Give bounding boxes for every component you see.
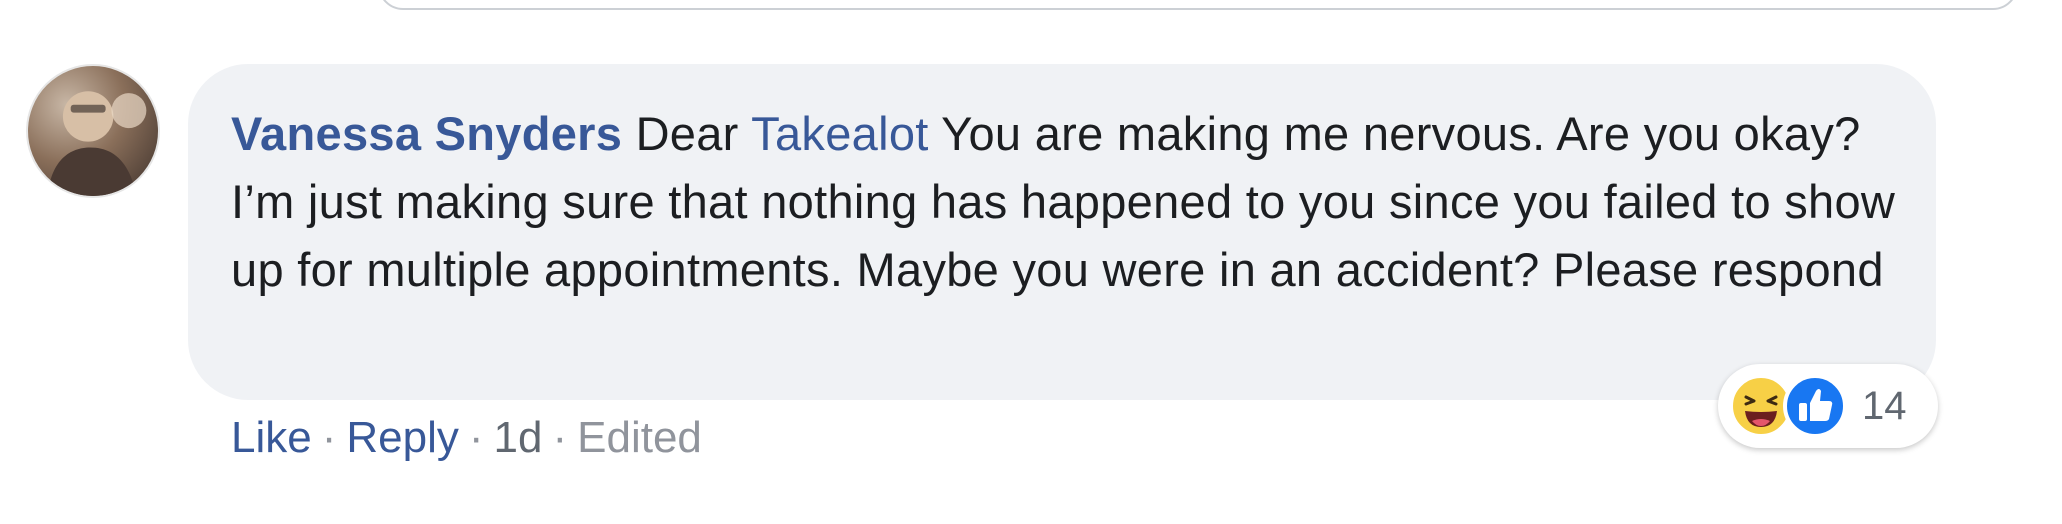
reactions-summary[interactable]: 14	[1718, 364, 1938, 448]
edited-label[interactable]: Edited	[577, 413, 702, 462]
mention-link[interactable]: Takealot	[751, 107, 928, 160]
reaction-count: 14	[1862, 383, 1907, 428]
like-thumb-icon	[1783, 374, 1847, 438]
comment-text-before-mention: Dear	[635, 107, 739, 160]
comment-body: Vanessa Snyders Dear Takealot You are ma…	[231, 100, 1911, 304]
separator-dot: ·	[552, 413, 568, 462]
reply-button[interactable]: Reply	[346, 413, 459, 462]
separator-dot: ·	[321, 413, 337, 462]
reply-input-edge[interactable]	[378, 0, 2018, 10]
comment-actions: Like · Reply · 1d · Edited	[231, 408, 702, 468]
avatar[interactable]	[26, 64, 160, 198]
comment-author[interactable]: Vanessa Snyders	[231, 107, 622, 160]
like-button[interactable]: Like	[231, 413, 312, 462]
comment-timestamp[interactable]: 1d	[494, 413, 543, 462]
avatar-photo	[47, 91, 147, 196]
separator-dot: ·	[468, 413, 484, 462]
